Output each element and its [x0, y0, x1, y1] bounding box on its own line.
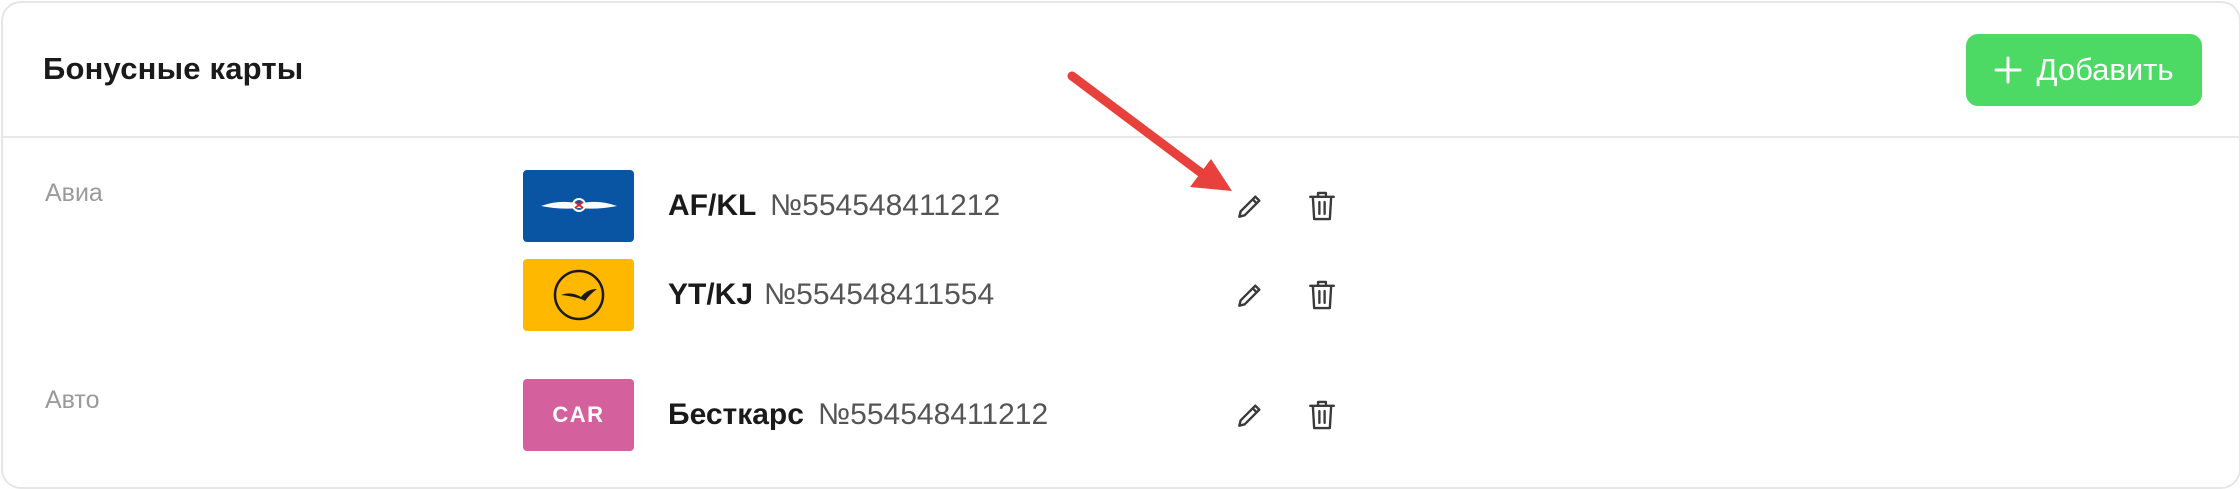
card-number: №554548411554 [764, 278, 995, 311]
category-label-auto: Авто [45, 386, 100, 414]
category-label-avia: Авиа [45, 179, 103, 207]
delete-trash-icon[interactable] [1302, 395, 1342, 435]
card-code: AF/KL [668, 189, 757, 222]
bonus-cards-panel: Бонусные карты Добавить Авиа AF/KL №5545… [1, 1, 2240, 489]
card-code: YT/KJ [668, 278, 754, 311]
card-number: №554548411212 [818, 398, 1049, 431]
delete-trash-icon[interactable] [1302, 275, 1342, 315]
add-button-label: Добавить [2036, 52, 2174, 87]
edit-pencil-icon[interactable] [1230, 186, 1270, 226]
edit-pencil-icon[interactable] [1230, 275, 1270, 315]
add-button[interactable]: Добавить [1966, 34, 2202, 106]
card-row: YT/KJ №554548411554 [523, 259, 1423, 331]
card-code: Бесткарс [668, 398, 804, 431]
panel-title: Бонусные карты [43, 51, 304, 86]
plus-icon [1994, 56, 2022, 84]
panel-header: Бонусные карты Добавить [3, 3, 2239, 138]
lufthansa-logo [523, 259, 634, 331]
car-logo-text: CAR [552, 402, 605, 427]
car-logo: CAR [523, 379, 634, 451]
aeroflot-logo [523, 170, 634, 242]
card-row: AF/KL №554548411212 [523, 170, 1423, 242]
edit-pencil-icon[interactable] [1230, 395, 1270, 435]
delete-trash-icon[interactable] [1302, 186, 1342, 226]
card-number: №554548411212 [770, 189, 1001, 222]
card-row: CAR Бесткарс №554548411212 [523, 379, 1423, 451]
